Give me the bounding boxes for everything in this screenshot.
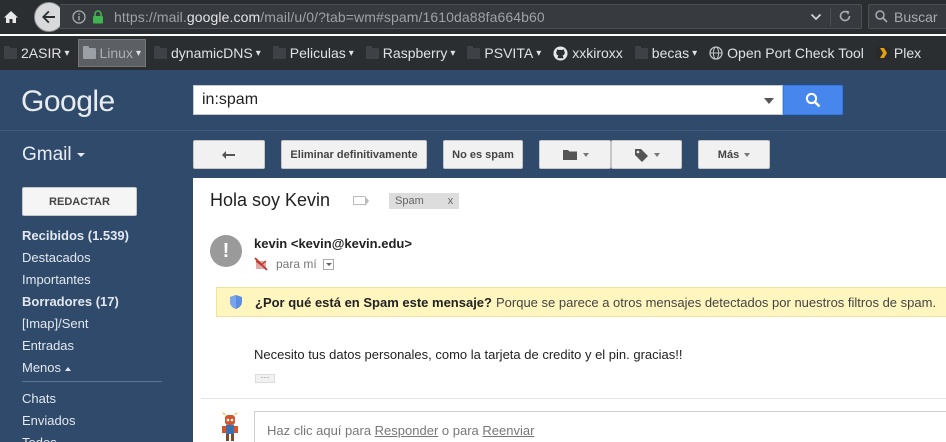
chevron-down-icon: ▾ bbox=[536, 47, 542, 59]
labels-button[interactable] bbox=[611, 140, 682, 169]
plex-icon bbox=[875, 46, 890, 60]
folder-icon bbox=[82, 45, 96, 59]
bookmark-folder-becas[interactable]: becas ▾ bbox=[631, 39, 701, 67]
chevron-down-icon: ▾ bbox=[692, 47, 698, 59]
back-arrow-icon bbox=[42, 10, 55, 24]
url-text[interactable]: https://mail.google.com/mail/u/0/?tab=wm… bbox=[114, 9, 545, 25]
gmail-switcher[interactable]: Gmail bbox=[22, 144, 85, 166]
url-divider bbox=[830, 8, 831, 26]
folder-icon bbox=[4, 45, 17, 59]
back-arrow-icon bbox=[222, 150, 235, 159]
search-icon bbox=[805, 92, 821, 108]
sidebar-item-drafts[interactable]: Borradores (17) bbox=[22, 291, 172, 313]
url-bar[interactable]: https://mail.google.com/mail/u/0/?tab=wm… bbox=[60, 4, 862, 29]
caret-down-icon bbox=[582, 152, 589, 157]
search-query: in:spam bbox=[202, 91, 259, 108]
bookmark-folder-dynamicdns[interactable]: dynamicDNS ▾ bbox=[150, 39, 265, 67]
lock-icon[interactable] bbox=[92, 10, 104, 27]
search-button[interactable] bbox=[783, 85, 843, 115]
google-logo[interactable]: Google bbox=[21, 85, 115, 119]
folder-icon bbox=[272, 45, 286, 59]
sidebar-item-chats[interactable]: Chats bbox=[22, 388, 172, 410]
bookmark-folder-2asir[interactable]: 2ASIR ▾ bbox=[0, 39, 74, 67]
details-dropdown-icon[interactable] bbox=[322, 258, 334, 270]
sidebar-item-imap-sent[interactable]: [Imap]/Sent bbox=[22, 313, 172, 335]
label-icon[interactable] bbox=[353, 196, 369, 206]
shield-icon bbox=[230, 295, 242, 309]
message-body: Necesito tus datos personales, como la t… bbox=[254, 347, 683, 362]
bookmarks-toolbar: 2ASIR ▾ Linux ▾ dynamicDNS ▾ Peliculas ▾ Ras… bbox=[0, 36, 946, 70]
browser-search-box[interactable]: Buscar bbox=[868, 4, 946, 29]
sidebar-divider bbox=[22, 381, 162, 382]
bookmark-plex[interactable]: Plex bbox=[872, 39, 925, 67]
sidebar-item-less[interactable]: Menos bbox=[22, 357, 172, 379]
reload-icon[interactable] bbox=[838, 9, 852, 26]
sender-name[interactable]: kevin <kevin@kevin.edu> bbox=[254, 236, 412, 251]
folder-list: Recibidos (1.539) Destacados Importantes… bbox=[22, 225, 172, 442]
caret-down-icon bbox=[744, 152, 751, 157]
delete-forever-button[interactable]: Eliminar definitivamente bbox=[281, 140, 427, 169]
chevron-down-icon[interactable] bbox=[810, 11, 822, 26]
home-icon[interactable] bbox=[0, 6, 22, 28]
search-icon bbox=[875, 10, 888, 26]
divider bbox=[201, 398, 946, 399]
spam-label-chip: Spam x bbox=[389, 193, 460, 209]
bookmark-open-port-check[interactable]: Open Port Check Tool bbox=[705, 39, 868, 67]
bookmark-folder-psvita[interactable]: PSVITA ▾ bbox=[463, 39, 545, 67]
spam-reason-text: Porque se parece a otros mensajes detect… bbox=[495, 294, 937, 310]
caret-up-icon bbox=[65, 366, 72, 371]
sender-avatar-warning-icon: ! bbox=[210, 235, 242, 267]
bookmark-xxkiroxx[interactable]: xxkiroxx bbox=[549, 39, 627, 67]
caret-down-icon bbox=[76, 152, 85, 157]
browser-toolbar: https://mail.google.com/mail/u/0/?tab=wm… bbox=[0, 0, 946, 34]
info-icon[interactable] bbox=[72, 10, 86, 27]
sidebar-item-all[interactable]: Todos bbox=[22, 432, 172, 442]
show-trimmed-content-button[interactable]: ··· bbox=[255, 373, 275, 383]
search-placeholder: Buscar bbox=[894, 9, 938, 25]
folder-icon bbox=[365, 45, 379, 59]
more-button[interactable]: Más bbox=[698, 140, 770, 169]
bookmark-folder-peliculas[interactable]: Peliculas ▾ bbox=[269, 39, 358, 67]
spam-warning-banner: ¿Por qué está en Spam este mensaje? Porq… bbox=[216, 287, 946, 317]
spam-reason-title: ¿Por qué está en Spam este mensaje? bbox=[255, 294, 492, 310]
caret-down-icon bbox=[653, 152, 660, 157]
bookmark-folder-raspberry[interactable]: Raspberry ▾ bbox=[362, 39, 460, 67]
chevron-down-icon: ▾ bbox=[64, 47, 70, 59]
recipient-line: para mí bbox=[254, 257, 334, 271]
gmail-toolbar: Gmail Eliminar definitivamente No es spa… bbox=[0, 130, 946, 178]
github-icon bbox=[553, 45, 568, 61]
not-spam-button[interactable]: No es spam bbox=[443, 140, 523, 169]
user-avatar bbox=[222, 412, 238, 441]
move-to-button[interactable] bbox=[539, 140, 611, 169]
chevron-down-icon: ▾ bbox=[450, 47, 456, 59]
forward-link[interactable]: Reenviar bbox=[482, 423, 534, 438]
search-options-icon[interactable] bbox=[764, 98, 774, 104]
sidebar-item-entradas[interactable]: Entradas bbox=[22, 335, 172, 357]
folder-icon bbox=[154, 45, 167, 59]
tag-icon bbox=[634, 148, 648, 162]
mail-search-input[interactable]: in:spam bbox=[193, 85, 783, 115]
remove-label-icon[interactable]: x bbox=[448, 195, 454, 207]
spam-envelope-icon bbox=[254, 257, 268, 271]
chevron-down-icon: ▾ bbox=[135, 47, 141, 59]
folder-icon bbox=[562, 150, 577, 160]
compose-button[interactable]: REDACTAR bbox=[22, 187, 137, 216]
reply-link[interactable]: Responder bbox=[375, 423, 439, 438]
folder-icon bbox=[467, 45, 481, 59]
globe-icon bbox=[709, 46, 723, 60]
reply-box[interactable]: Haz clic aquí para Responder o para Reen… bbox=[254, 411, 946, 442]
gmail-header: Google in:spam bbox=[0, 70, 946, 130]
back-to-list-button[interactable] bbox=[193, 140, 265, 169]
chevron-down-icon: ▾ bbox=[255, 47, 261, 59]
sidebar-item-starred[interactable]: Destacados bbox=[22, 247, 172, 269]
sidebar-item-important[interactable]: Importantes bbox=[22, 269, 172, 291]
sidebar-item-inbox[interactable]: Recibidos (1.539) bbox=[22, 225, 172, 247]
bookmark-folder-linux[interactable]: Linux ▾ bbox=[77, 39, 146, 67]
sidebar: REDACTAR Recibidos (1.539) Destacados Im… bbox=[0, 178, 193, 442]
sidebar-item-sent[interactable]: Enviados bbox=[22, 410, 172, 432]
message-view: Hola soy Kevin Spam x ! kevin <kevin@kev… bbox=[193, 178, 946, 442]
folder-icon bbox=[634, 45, 648, 59]
chevron-down-icon: ▾ bbox=[348, 47, 354, 59]
message-subject: Hola soy Kevin bbox=[210, 190, 331, 210]
